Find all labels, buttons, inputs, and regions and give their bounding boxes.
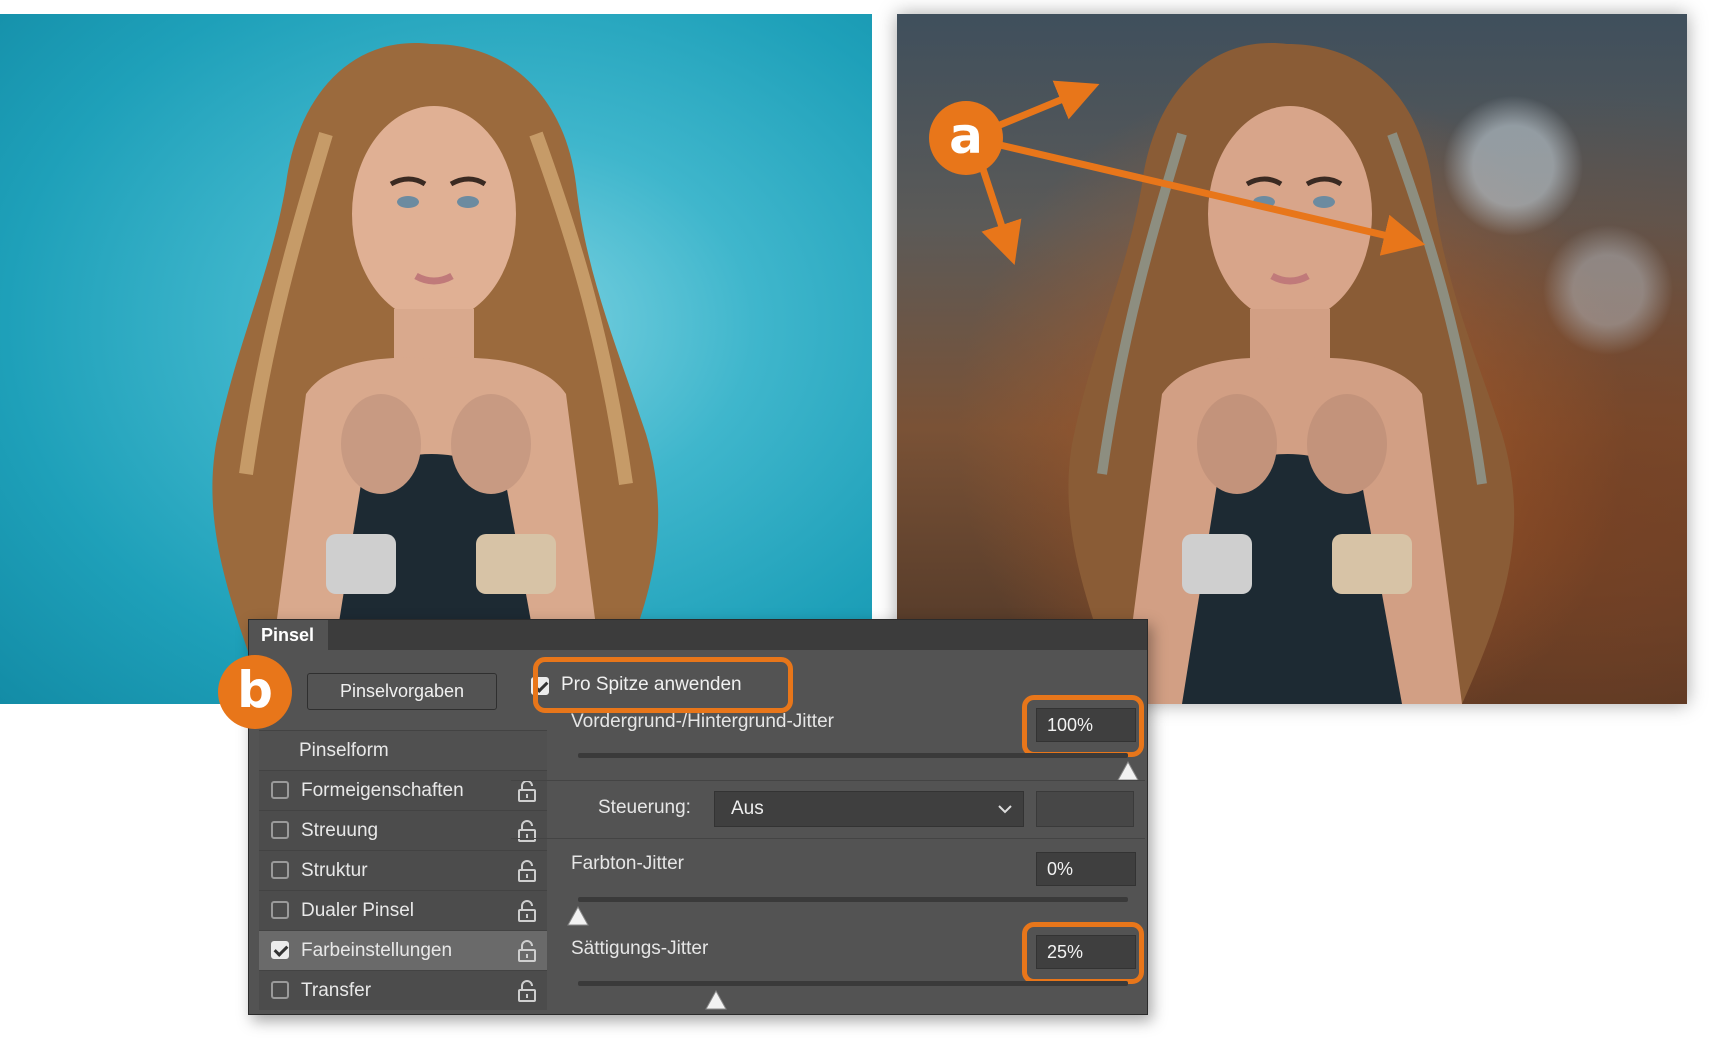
list-item-shape-dynamics[interactable]: Formeigenschaften [259,770,547,810]
brush-panel: Pinsel Pinselvorgaben Pinselform Formeig… [248,619,1148,1015]
lock-icon[interactable] [517,860,537,882]
control-label: Steuerung: [598,797,691,818]
lock-icon[interactable] [517,980,537,1002]
lock-icon[interactable] [517,940,537,962]
hue-jitter-value[interactable]: 0% [1036,852,1136,886]
list-item-brush-tip-shape[interactable]: Pinselform [259,730,547,770]
list-item-label: Pinselform [299,740,389,761]
saturation-jitter-track[interactable] [578,981,1128,986]
brush-settings-list: Pinselform Formeigenschaften Streuung St… [259,730,547,1010]
fg-bg-jitter-track[interactable] [578,753,1128,758]
list-item-transfer[interactable]: Transfer [259,970,547,1010]
callout-badge-a: a [929,101,1003,175]
control-aux-field [1036,791,1134,827]
list-item-label: Transfer [301,980,372,1001]
arrow-down [976,158,1022,265]
callout-badge-b: b [218,655,292,729]
highlight-fg-bg-jitter [1022,695,1144,757]
list-item-scattering[interactable]: Streuung [259,810,547,850]
list-item-color-dynamics[interactable]: Farbeinstellungen [259,930,547,970]
control-value: Aus [731,798,764,819]
divider [511,838,1145,839]
brush-presets-button[interactable]: Pinselvorgaben [307,673,497,710]
arrow-right [999,141,1426,256]
tab-pinsel[interactable]: Pinsel [249,620,329,650]
chevron-down-icon [998,805,1012,814]
control-dropdown[interactable]: Aus [714,791,1024,827]
list-item-texture[interactable]: Struktur [259,850,547,890]
divider [511,780,1145,781]
saturation-jitter-label: Sättigungs-Jitter [571,938,709,959]
hue-jitter-label: Farbton-Jitter [571,853,684,874]
checkbox[interactable] [271,981,289,999]
checkbox[interactable] [271,781,289,799]
list-item-dual-brush[interactable]: Dualer Pinsel [259,890,547,930]
list-item-label: Streuung [301,820,379,841]
lock-icon[interactable] [517,780,537,802]
panel-tabbar: Pinsel [249,620,1147,650]
lock-icon[interactable] [517,900,537,922]
checkbox-checked[interactable] [271,941,289,959]
hue-jitter-track[interactable] [578,897,1128,902]
list-item-label: Struktur [301,860,368,881]
arrow-up [993,80,1100,131]
highlight-apply-per-tip [533,657,793,713]
checkbox[interactable] [271,861,289,879]
list-item-label: Dualer Pinsel [301,900,414,921]
checkbox[interactable] [271,901,289,919]
fg-bg-jitter-label: Vordergrund-/Hintergrund-Jitter [571,711,834,732]
checkbox[interactable] [271,821,289,839]
highlight-saturation-jitter [1022,922,1144,984]
list-item-label: Formeigenschaften [301,780,464,801]
list-item-label: Farbeinstellungen [301,940,453,961]
